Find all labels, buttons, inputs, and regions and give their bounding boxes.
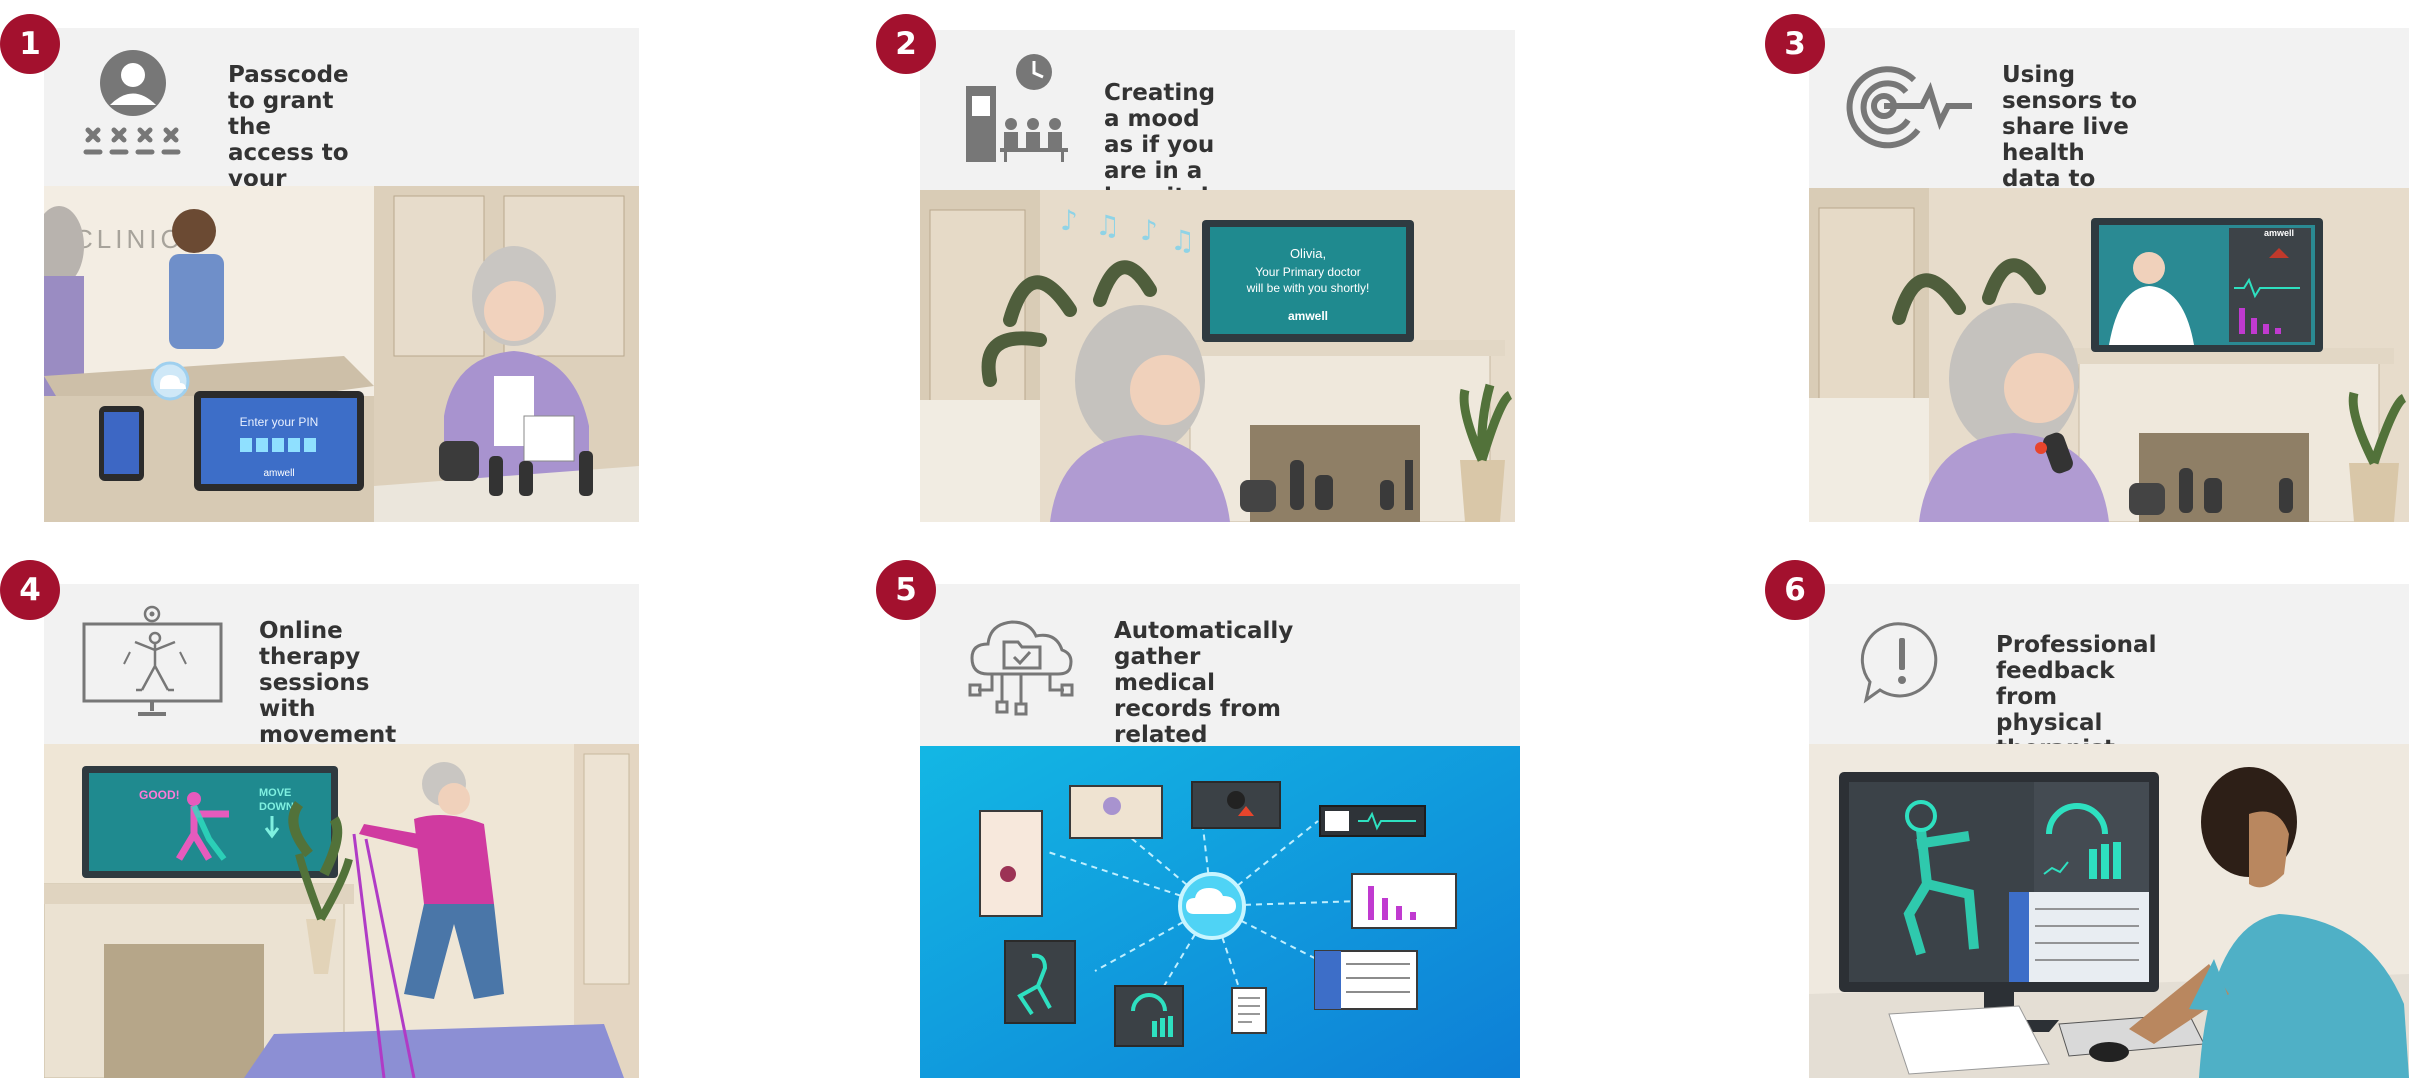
step-number-badge-3: 3 — [1765, 14, 1825, 74]
step-number-badge-5: 5 — [876, 560, 936, 620]
svg-text:♪: ♪ — [1140, 214, 1158, 247]
tv-brand-logo: amwell — [1288, 309, 1328, 323]
step-illustration-5 — [920, 746, 1520, 1078]
tv-feedback-down: DOWN — [259, 801, 294, 813]
svg-text:♫: ♫ — [1095, 209, 1120, 242]
user-passcode-icon — [83, 50, 181, 155]
tv-message-line-3: will be with you shortly! — [1246, 281, 1370, 295]
motion-tracking-screen-icon — [82, 605, 223, 716]
step-number-badge-6: 6 — [1765, 560, 1825, 620]
step-illustration-2: Olivia, Your Primary doctor will be with… — [920, 190, 1515, 522]
tv-feedback-move: MOVE — [259, 787, 291, 799]
waiting-room-clock-icon — [966, 54, 1068, 162]
step-number-badge-4: 4 — [0, 560, 60, 620]
brand-logo-text: amwell — [263, 468, 294, 479]
tv-message-line-1: Olivia, — [1290, 246, 1326, 261]
cloud-records-network-icon — [968, 620, 1074, 716]
step-illustration-1: CLINIC Enter your PIN amwell — [44, 186, 639, 522]
step-illustration-6 — [1809, 744, 2409, 1078]
step-number-badge-1: 1 — [0, 14, 60, 74]
step-illustration-3: amwell — [1809, 188, 2409, 522]
step-illustration-4: GOOD! MOVE DOWN — [44, 744, 639, 1078]
tv-message-line-2: Your Primary doctor — [1255, 265, 1361, 279]
alert-speech-bubble-icon — [1860, 622, 1938, 704]
clinic-wall-sign: CLINIC — [74, 224, 183, 254]
step-title-6: Professional feedback from physical ther… — [1996, 632, 2157, 762]
doctor-screen-brand: amwell — [2264, 228, 2294, 238]
sensor-pulse-target-icon — [1846, 66, 1972, 149]
step-number-badge-2: 2 — [876, 14, 936, 74]
tv-feedback-good: GOOD! — [139, 788, 180, 802]
pin-entry-prompt: Enter your PIN — [240, 415, 319, 429]
svg-text:♫: ♫ — [1170, 224, 1195, 257]
svg-text:♪: ♪ — [1060, 204, 1078, 237]
